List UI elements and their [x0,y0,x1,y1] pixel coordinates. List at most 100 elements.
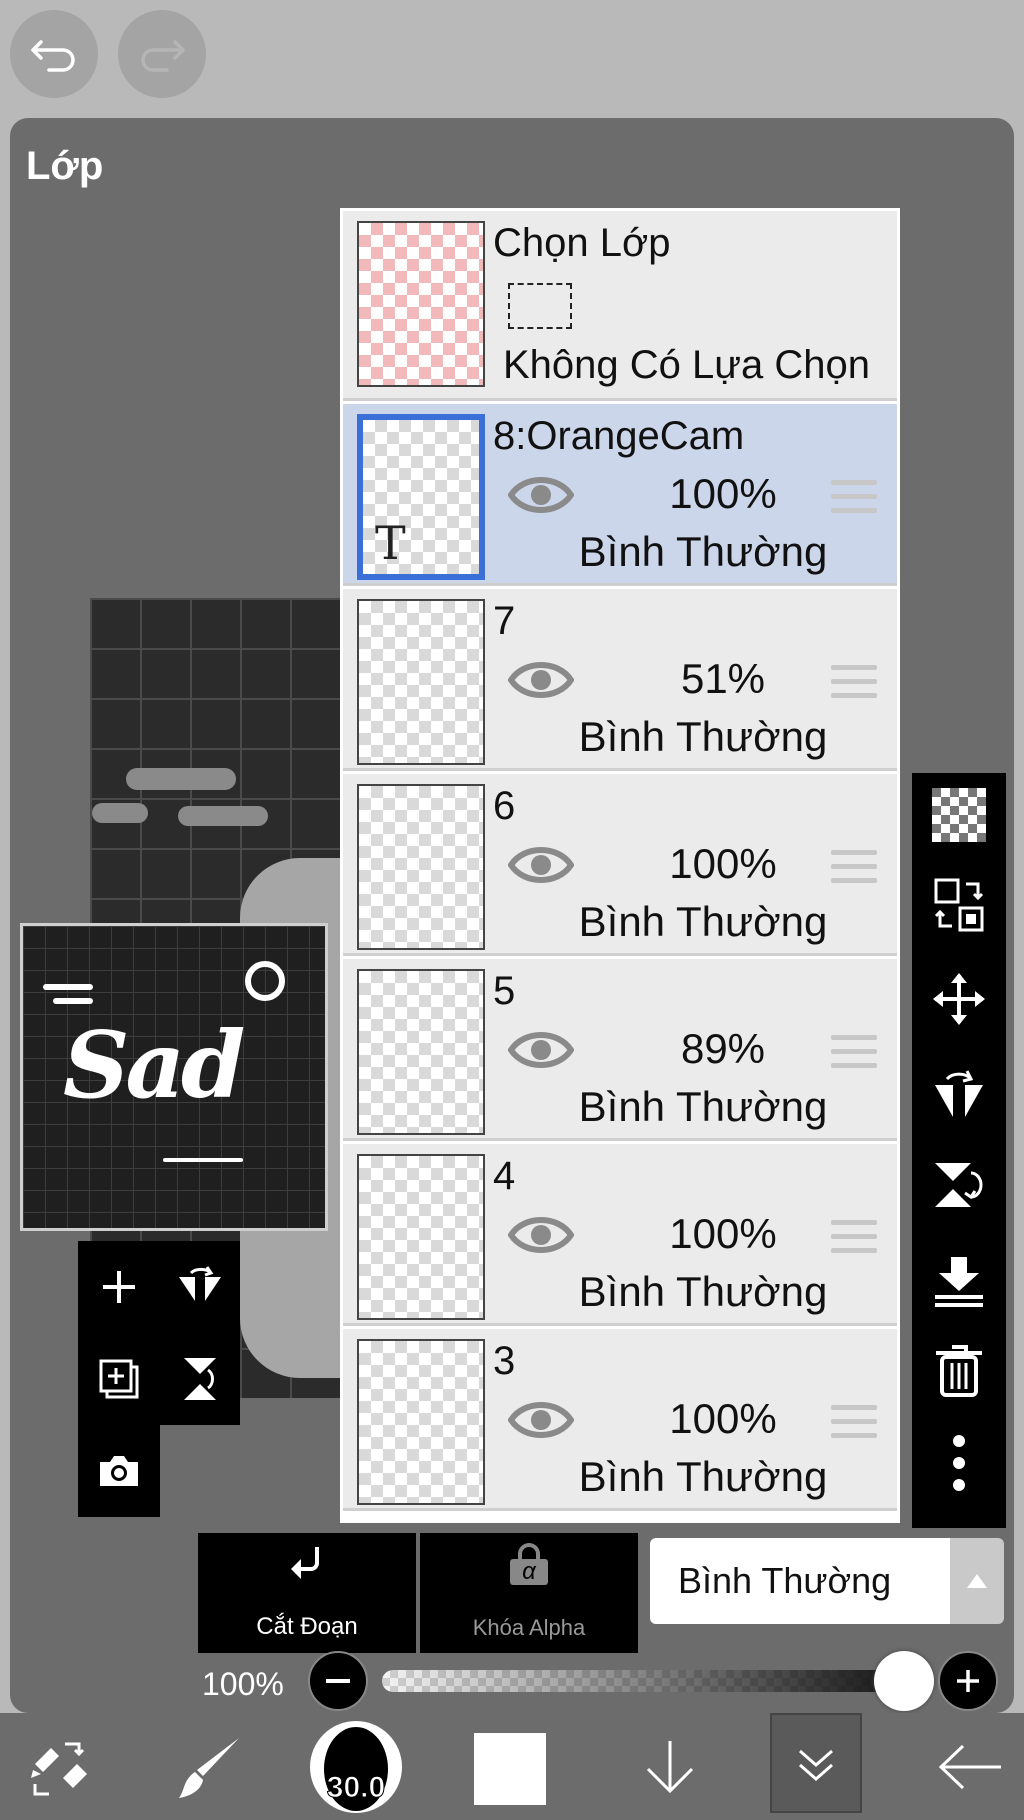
clipping-button[interactable]: Cắt Đoạn [198,1533,416,1653]
flip-horizontal-button[interactable] [160,1241,240,1333]
flip-horizontal-icon [935,1070,983,1117]
swap-icon [934,878,984,932]
merge-down-button[interactable] [912,1241,1006,1321]
layer-thumbnail: T [357,414,485,580]
drag-handle-icon[interactable] [831,480,877,522]
blend-mode-toggle[interactable] [950,1538,1004,1624]
flip-vertical-icon [184,1358,216,1400]
blend-mode-select[interactable]: Bình Thường [650,1538,950,1624]
triangle-up-icon [967,1574,987,1588]
layers-button[interactable] [770,1713,862,1813]
flip-horizontal-tool[interactable] [912,1053,1006,1133]
layer-thumbnail [357,1339,485,1505]
add-copy-icon [99,1359,139,1399]
undo-button[interactable] [10,10,98,98]
layer-row[interactable]: 3 100% Bình Thường [343,1329,897,1511]
opacity-slider[interactable] [382,1670,912,1692]
opacity-decrease-button[interactable] [308,1651,368,1711]
camera-icon [100,1456,138,1486]
layer-blend-mode: Bình Thường [578,1083,828,1130]
checkerboard-icon [932,788,986,842]
eye-icon[interactable] [508,657,574,703]
panel-title: Lớp [26,144,104,188]
eye-icon[interactable] [508,1397,574,1443]
canvas-preview[interactable]: Sad [20,923,328,1231]
marquee-icon [508,283,572,329]
selection-layer-title: Chọn Lớp [493,221,671,265]
bottom-toolbar: 30.0 [0,1713,1024,1820]
flip-vertical-button[interactable] [160,1333,240,1425]
layer-thumbnail [357,969,485,1135]
drag-handle-icon[interactable] [831,665,877,707]
layer-opacity: 100% [669,470,777,517]
layer-row[interactable]: T 8:OrangeCam 100% Bình Thường [343,404,897,586]
alpha-lock-label: Khóa Alpha [472,1615,586,1640]
opacity-slider-handle[interactable] [874,1651,934,1711]
drag-handle-icon[interactable] [831,1220,877,1262]
transparency-button[interactable] [912,775,1006,855]
brush-tool-button[interactable] [160,1713,260,1820]
layer-opacity: 89% [680,1025,766,1072]
layer-opacity: 100% [669,1395,777,1442]
camera-button[interactable] [78,1425,160,1517]
layer-blend-mode: Bình Thường [578,713,828,760]
layer-name: 6 [493,784,516,828]
clipping-label: Cắt Đoạn [256,1613,358,1640]
add-layer-button[interactable] [78,1241,160,1333]
minus-icon [326,1679,350,1683]
alpha-lock-button[interactable]: α Khóa Alpha [420,1533,638,1653]
text-layer-icon: T [375,516,406,570]
layer-name: 4 [493,1154,516,1198]
undo-icon [31,40,75,72]
transform-tool-button[interactable] [10,1713,110,1820]
drag-handle-icon[interactable] [831,850,877,892]
flip-vertical-icon [935,1163,983,1207]
selection-status: Không Có Lựa Chọn [503,343,871,387]
opacity-increase-button[interactable] [938,1651,998,1711]
delete-layer-button[interactable] [912,1331,1006,1411]
transform-icon [31,1742,87,1795]
layer-blend-mode: Bình Thường [578,528,828,575]
move-down-button[interactable] [620,1713,720,1820]
layer-list[interactable]: Chọn Lớp Không Có Lựa Chọn T 8:OrangeCam 1… [340,208,900,1523]
eye-icon[interactable] [508,1027,574,1073]
layer-panel: Lớp Sad Chọn Lớp Không Có Lựa Chọn T 8:O… [10,118,1014,1713]
swap-layer-button[interactable] [912,865,1006,945]
brush-icon [179,1737,239,1798]
layer-name: 3 [493,1339,516,1383]
drag-handle-icon[interactable] [831,1035,877,1077]
layer-row[interactable]: 7 51% Bình Thường [343,589,897,771]
layer-name: 5 [493,969,516,1013]
preview-word: Sad [63,1011,245,1119]
eye-icon[interactable] [508,1212,574,1258]
more-options-button[interactable] [912,1423,1006,1503]
brush-size-button[interactable]: 30.0 [310,1721,402,1813]
copy-layer-button[interactable] [78,1333,160,1425]
redo-icon [141,40,185,72]
arrow-left-icon [938,1744,1001,1789]
clip-arrow-icon [291,1547,319,1579]
layer-name: 8:OrangeCam [493,414,745,458]
opacity-label: 100% [202,1666,284,1702]
move-icon [933,973,985,1025]
layer-blend-mode: Bình Thường [578,1268,828,1315]
layer-thumbnail [357,784,485,950]
layer-row[interactable]: 5 89% Bình Thường [343,959,897,1141]
redo-button[interactable] [118,10,206,98]
color-picker-button[interactable] [474,1733,546,1805]
brush-size-value: 30.0 [326,1771,386,1805]
flip-vertical-tool[interactable] [912,1145,1006,1225]
layer-row[interactable]: 6 100% Bình Thường [343,774,897,956]
back-button[interactable] [920,1713,1020,1820]
layer-opacity: 51% [680,655,766,702]
layer-row[interactable]: 4 100% Bình Thường [343,1144,897,1326]
move-button[interactable] [912,959,1006,1039]
selection-layer[interactable]: Chọn Lớp Không Có Lựa Chọn [343,211,897,401]
layer-blend-mode: Bình Thường [578,898,828,945]
layer-opacity: 100% [669,840,777,887]
arrow-down-icon [646,1740,694,1793]
eye-icon[interactable] [508,472,574,518]
eye-icon[interactable] [508,842,574,888]
drag-handle-icon[interactable] [831,1405,877,1447]
lock-icon: α [510,1543,548,1585]
